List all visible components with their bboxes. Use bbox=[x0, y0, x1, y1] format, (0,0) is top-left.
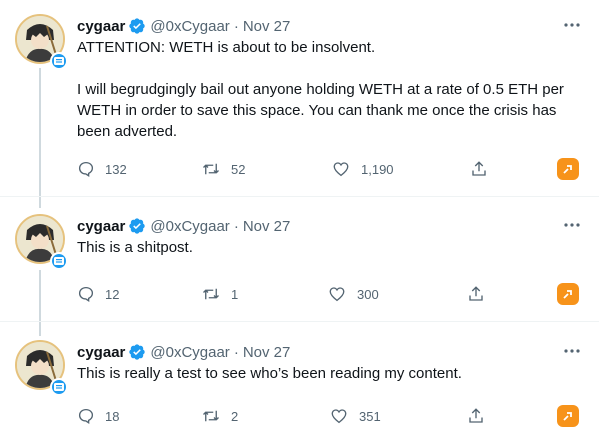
avatar-badge-icon bbox=[50, 52, 68, 70]
reply-icon bbox=[78, 286, 94, 303]
reply-count: 12 bbox=[105, 286, 120, 302]
like-button[interactable]: 300 bbox=[327, 283, 379, 305]
separator-dot: · bbox=[233, 343, 239, 361]
tweet-actions: 12 1 300 bbox=[77, 283, 587, 305]
heart-icon bbox=[333, 162, 349, 177]
author-handle[interactable]: @0xCygaar bbox=[150, 18, 229, 35]
retweet-count: 52 bbox=[231, 161, 246, 177]
retweet-button[interactable]: 1 bbox=[201, 283, 238, 305]
retweet-icon bbox=[203, 288, 219, 300]
reply-icon bbox=[78, 161, 94, 178]
heart-icon bbox=[331, 409, 347, 424]
author-handle[interactable]: @0xCygaar bbox=[150, 344, 229, 361]
tweet-paragraph: This is a shitpost. bbox=[77, 239, 193, 256]
tweet-paragraph: This is really a test to see who’s been … bbox=[77, 365, 462, 382]
verified-badge-icon bbox=[129, 218, 146, 234]
tweet-text: This is a shitpost. bbox=[77, 237, 577, 258]
tweet-text: ATTENTION: WETH is about to be insolvent… bbox=[77, 37, 577, 142]
like-count: 300 bbox=[357, 286, 379, 302]
reply-button[interactable]: 18 bbox=[77, 405, 119, 427]
tweet[interactable]: cygaar @0xCygaar · Nov 27 ATTENTION: WET… bbox=[0, 14, 599, 194]
tweet[interactable]: cygaar @0xCygaar · Nov 27 This is really… bbox=[0, 340, 599, 440]
like-button[interactable]: 351 bbox=[329, 405, 381, 427]
like-button[interactable]: 1,190 bbox=[331, 158, 394, 180]
separator-dot: · bbox=[233, 17, 239, 35]
timestamp[interactable]: Nov 27 bbox=[243, 18, 291, 35]
share-icon bbox=[469, 286, 483, 301]
like-count: 351 bbox=[359, 408, 381, 424]
like-count: 1,190 bbox=[361, 161, 394, 177]
tweet-divider bbox=[0, 196, 599, 197]
tweet-header: cygaar @0xCygaar · Nov 27 bbox=[77, 216, 290, 236]
more-icon[interactable] bbox=[558, 214, 586, 236]
tweet-divider bbox=[0, 321, 599, 322]
retweet-icon bbox=[203, 410, 219, 422]
retweet-count: 2 bbox=[231, 408, 239, 424]
timestamp[interactable]: Nov 27 bbox=[243, 218, 291, 235]
tweet-header: cygaar @0xCygaar · Nov 27 bbox=[77, 16, 290, 36]
author-name[interactable]: cygaar bbox=[77, 218, 125, 235]
reply-icon bbox=[78, 408, 94, 425]
separator-dot: · bbox=[233, 217, 239, 235]
more-icon[interactable] bbox=[558, 14, 586, 36]
tweet-actions: 132 52 1,190 bbox=[77, 158, 587, 180]
share-button[interactable] bbox=[467, 283, 495, 305]
extension-icon[interactable] bbox=[557, 158, 579, 180]
tweet-text: This is really a test to see who’s been … bbox=[77, 363, 577, 384]
retweet-button[interactable]: 52 bbox=[201, 158, 245, 180]
tweet-paragraph: I will begrudgingly bail out anyone hold… bbox=[77, 81, 564, 140]
tweet-actions: 18 2 351 bbox=[77, 405, 587, 427]
share-button[interactable] bbox=[467, 405, 495, 427]
reply-button[interactable]: 132 bbox=[77, 158, 127, 180]
reply-count: 132 bbox=[105, 161, 127, 177]
author-name[interactable]: cygaar bbox=[77, 344, 125, 361]
extension-icon[interactable] bbox=[557, 405, 579, 427]
verified-badge-icon bbox=[129, 344, 146, 360]
more-icon[interactable] bbox=[558, 340, 586, 362]
tweet[interactable]: cygaar @0xCygaar · Nov 27 This is a shit… bbox=[0, 214, 599, 309]
timestamp[interactable]: Nov 27 bbox=[243, 344, 291, 361]
retweet-count: 1 bbox=[231, 286, 239, 302]
author-handle[interactable]: @0xCygaar bbox=[150, 218, 229, 235]
tweet-paragraph: ATTENTION: WETH is about to be insolvent… bbox=[77, 39, 376, 56]
avatar-badge-icon bbox=[50, 252, 68, 270]
timeline: cygaar @0xCygaar · Nov 27 ATTENTION: WET… bbox=[0, 0, 599, 448]
heart-icon bbox=[329, 287, 345, 302]
author-name[interactable]: cygaar bbox=[77, 18, 125, 35]
tweet-header: cygaar @0xCygaar · Nov 27 bbox=[77, 342, 290, 362]
retweet-button[interactable]: 2 bbox=[201, 405, 238, 427]
extension-icon[interactable] bbox=[557, 283, 579, 305]
avatar-badge-icon bbox=[50, 378, 68, 396]
retweet-icon bbox=[203, 163, 219, 175]
reply-button[interactable]: 12 bbox=[77, 283, 119, 305]
verified-badge-icon bbox=[129, 18, 146, 34]
reply-count: 18 bbox=[105, 408, 120, 424]
share-icon bbox=[469, 408, 483, 423]
share-icon bbox=[472, 161, 486, 176]
share-button[interactable] bbox=[470, 158, 498, 180]
